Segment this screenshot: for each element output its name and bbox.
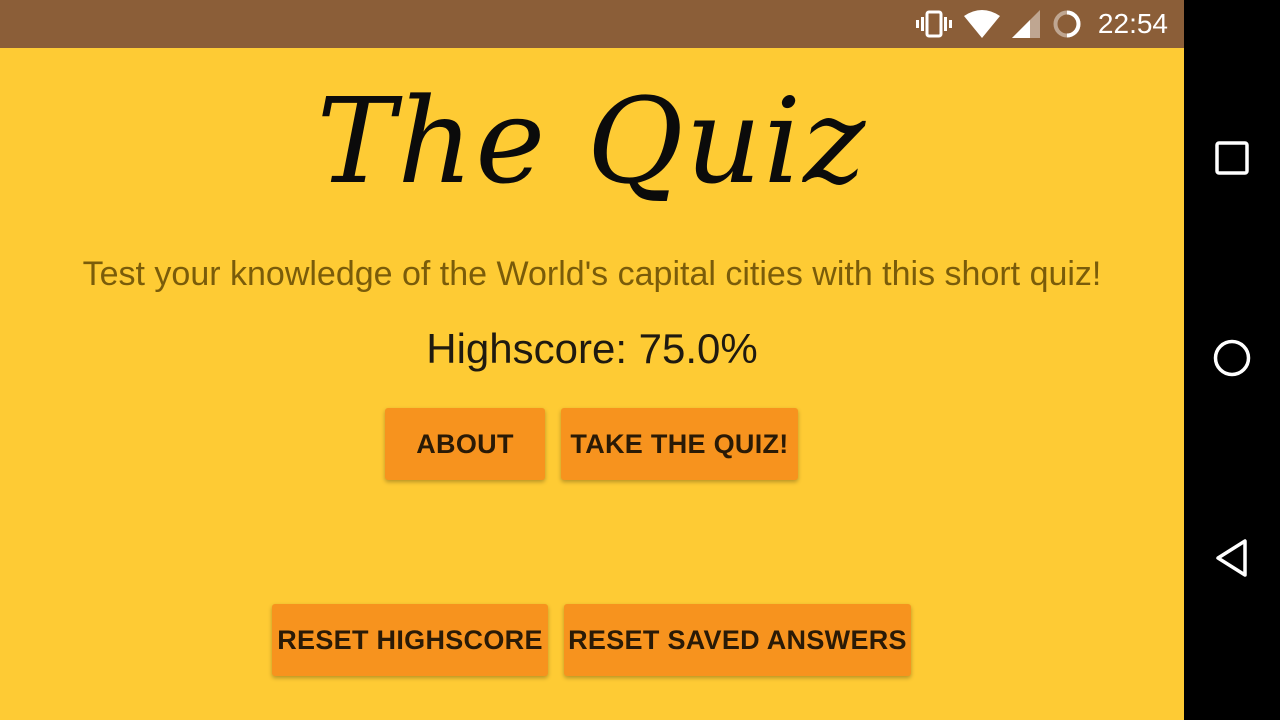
status-icons: 22:54: [915, 0, 1168, 48]
app-subtitle: Test your knowledge of the World's capit…: [82, 255, 1102, 293]
status-clock: 22:54: [1097, 8, 1168, 39]
home-button[interactable]: [1184, 312, 1280, 408]
back-button[interactable]: [1184, 512, 1280, 608]
quiz-home-screen: The Quiz Test your knowledge of the Worl…: [0, 48, 1184, 720]
app-title: The Quiz: [316, 72, 868, 210]
about-button[interactable]: ABOUT: [385, 408, 545, 480]
vibrate-icon: [915, 10, 952, 38]
back-icon: [1214, 538, 1250, 582]
reset-highscore-button[interactable]: RESET HIGHSCORE: [272, 604, 548, 676]
take-quiz-button[interactable]: TAKE THE QUIZ!: [561, 408, 798, 480]
reset-saved-answers-button[interactable]: RESET SAVED ANSWERS: [564, 604, 911, 676]
battery-charging-icon: [1052, 9, 1082, 39]
android-screen: 22:54 The Quiz Test your knowledge of th…: [0, 0, 1280, 720]
home-icon: [1212, 338, 1252, 382]
cell-signal-icon: [1011, 10, 1040, 38]
wifi-icon: [963, 10, 1000, 38]
highscore-label: Highscore: 75.0%: [426, 325, 758, 372]
navigation-bar: [1184, 0, 1280, 720]
status-bar: 22:54: [0, 0, 1184, 48]
recents-icon: [1214, 140, 1250, 180]
recents-button[interactable]: [1184, 112, 1280, 208]
